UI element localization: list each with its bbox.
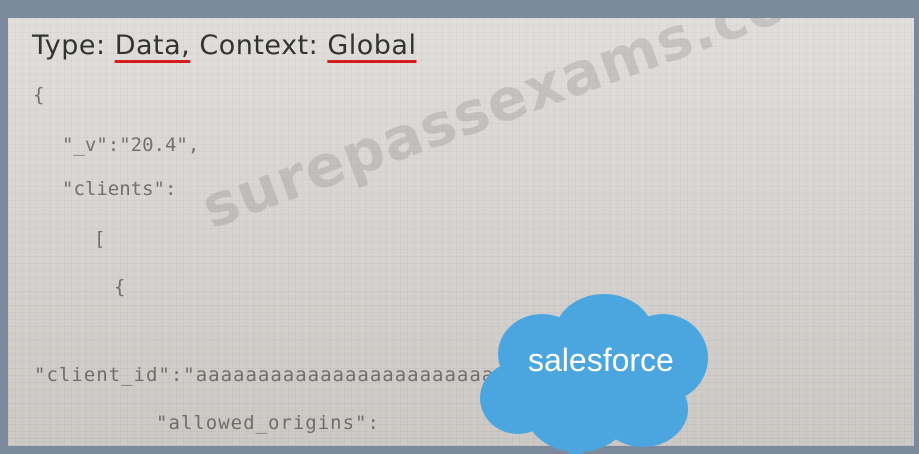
salesforce-logo-text: salesforce	[528, 342, 674, 378]
type-label: Type:	[32, 30, 115, 61]
code-line-open-object: {	[114, 276, 126, 298]
type-context-line: Type: Data, Context: Global	[32, 30, 416, 61]
code-photo: Type: Data, Context: Global { "_v":"20.4…	[8, 18, 914, 446]
code-line-allowed-origins: "allowed_origins":	[156, 412, 380, 434]
context-label: Context:	[199, 30, 328, 61]
code-line-open-brace: {	[33, 84, 45, 106]
context-value: Global	[327, 30, 417, 61]
type-value: Data,	[114, 30, 191, 61]
code-line-open-bracket: [	[94, 228, 106, 250]
code-line-clients: "clients":	[62, 178, 177, 200]
top-border	[0, 0, 919, 18]
code-line-version: "_v":"20.4",	[62, 134, 200, 156]
